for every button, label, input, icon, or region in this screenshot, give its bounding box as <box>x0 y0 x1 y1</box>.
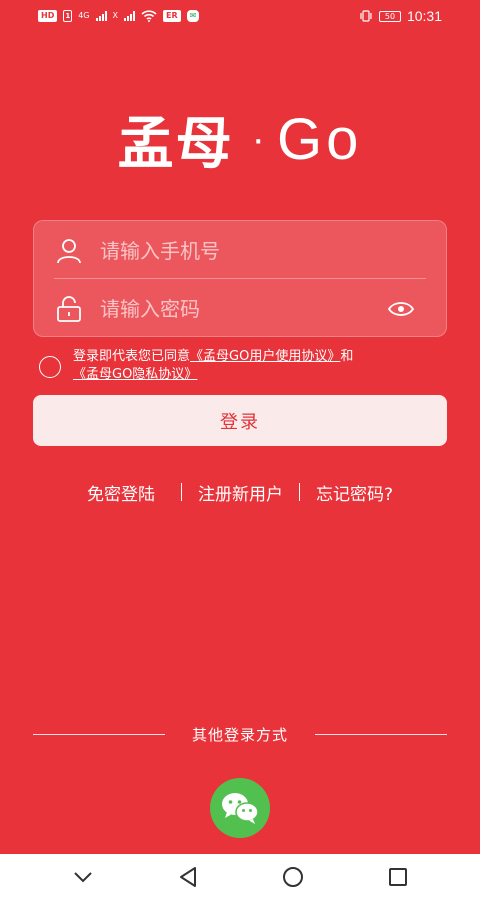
agreement-text: 登录即代表您已同意《孟母GO用户使用协议》和 《孟母GO隐私协议》 <box>73 348 453 384</box>
other-login-divider: 其他登录方式 <box>33 722 447 746</box>
logo-chinese: 孟母 <box>117 111 234 175</box>
status-time: 10:31 <box>406 8 442 24</box>
hd-badge: HD <box>38 10 58 22</box>
chevron-down-icon <box>73 872 92 883</box>
nav-collapse-button[interactable] <box>63 857 103 897</box>
privacy-agreement-link[interactable]: 《孟母GO隐私协议》 <box>73 367 197 382</box>
other-login-label: 其他登录方式 <box>191 725 288 744</box>
message-notification-icon: ✉ <box>186 10 200 22</box>
home-circle-icon <box>282 867 303 887</box>
forgot-password-link[interactable]: 忘记密码? <box>316 480 393 505</box>
login-button[interactable]: 登录 <box>33 395 447 446</box>
agreement-and: 和 <box>340 349 354 364</box>
register-link[interactable]: 注册新用户 <box>198 480 283 505</box>
lock-icon <box>54 294 84 324</box>
nav-home-button[interactable] <box>273 857 313 897</box>
network-type: 4G <box>78 11 90 20</box>
vibrate-icon <box>360 10 372 22</box>
system-nav-bar <box>0 854 480 900</box>
status-left: HD 1 4G X ER ✉ <box>38 10 200 22</box>
eye-icon[interactable] <box>386 294 416 324</box>
wechat-icon <box>222 793 259 824</box>
auth-links: 免密登陆 注册新用户 忘记密码? <box>0 478 480 506</box>
logo-dot: · <box>251 116 265 161</box>
recents-square-icon <box>388 868 407 886</box>
phone-row <box>54 223 426 279</box>
sim-badge: 1 <box>63 10 73 22</box>
signal-icon-2 <box>124 11 135 21</box>
status-right: 50 10:31 <box>359 8 442 24</box>
agreement-checkbox[interactable] <box>39 356 61 378</box>
logo-go: Go <box>276 106 363 172</box>
user-icon <box>54 236 84 266</box>
no-signal-mark: X <box>112 11 118 20</box>
user-agreement-link[interactable]: 《孟母GO用户使用协议》 <box>190 349 340 364</box>
divider-line-left <box>33 733 165 735</box>
link-divider <box>298 483 300 501</box>
wechat-login-button[interactable] <box>210 778 270 838</box>
password-row <box>54 281 426 337</box>
wifi-icon <box>141 10 157 22</box>
notification-badge: ER <box>163 10 181 22</box>
status-bar: HD 1 4G X ER ✉ 50 10:31 <box>0 0 480 32</box>
phone-input[interactable] <box>100 238 426 263</box>
password-input[interactable] <box>100 297 386 321</box>
divider-line-right <box>314 733 447 735</box>
login-card <box>33 220 447 337</box>
agreement-row: 登录即代表您已同意《孟母GO用户使用协议》和 《孟母GO隐私协议》 <box>37 348 457 384</box>
signal-icon <box>95 11 107 21</box>
no-password-login-link[interactable]: 免密登陆 <box>87 480 155 505</box>
agreement-prefix: 登录即代表您已同意 <box>73 349 191 364</box>
link-divider <box>180 483 182 501</box>
back-triangle-icon <box>179 867 196 887</box>
app-logo: 孟母 · Go <box>0 104 480 175</box>
battery-icon: 50 <box>378 10 401 22</box>
nav-back-button[interactable] <box>168 857 208 897</box>
nav-recents-button[interactable] <box>378 857 418 897</box>
